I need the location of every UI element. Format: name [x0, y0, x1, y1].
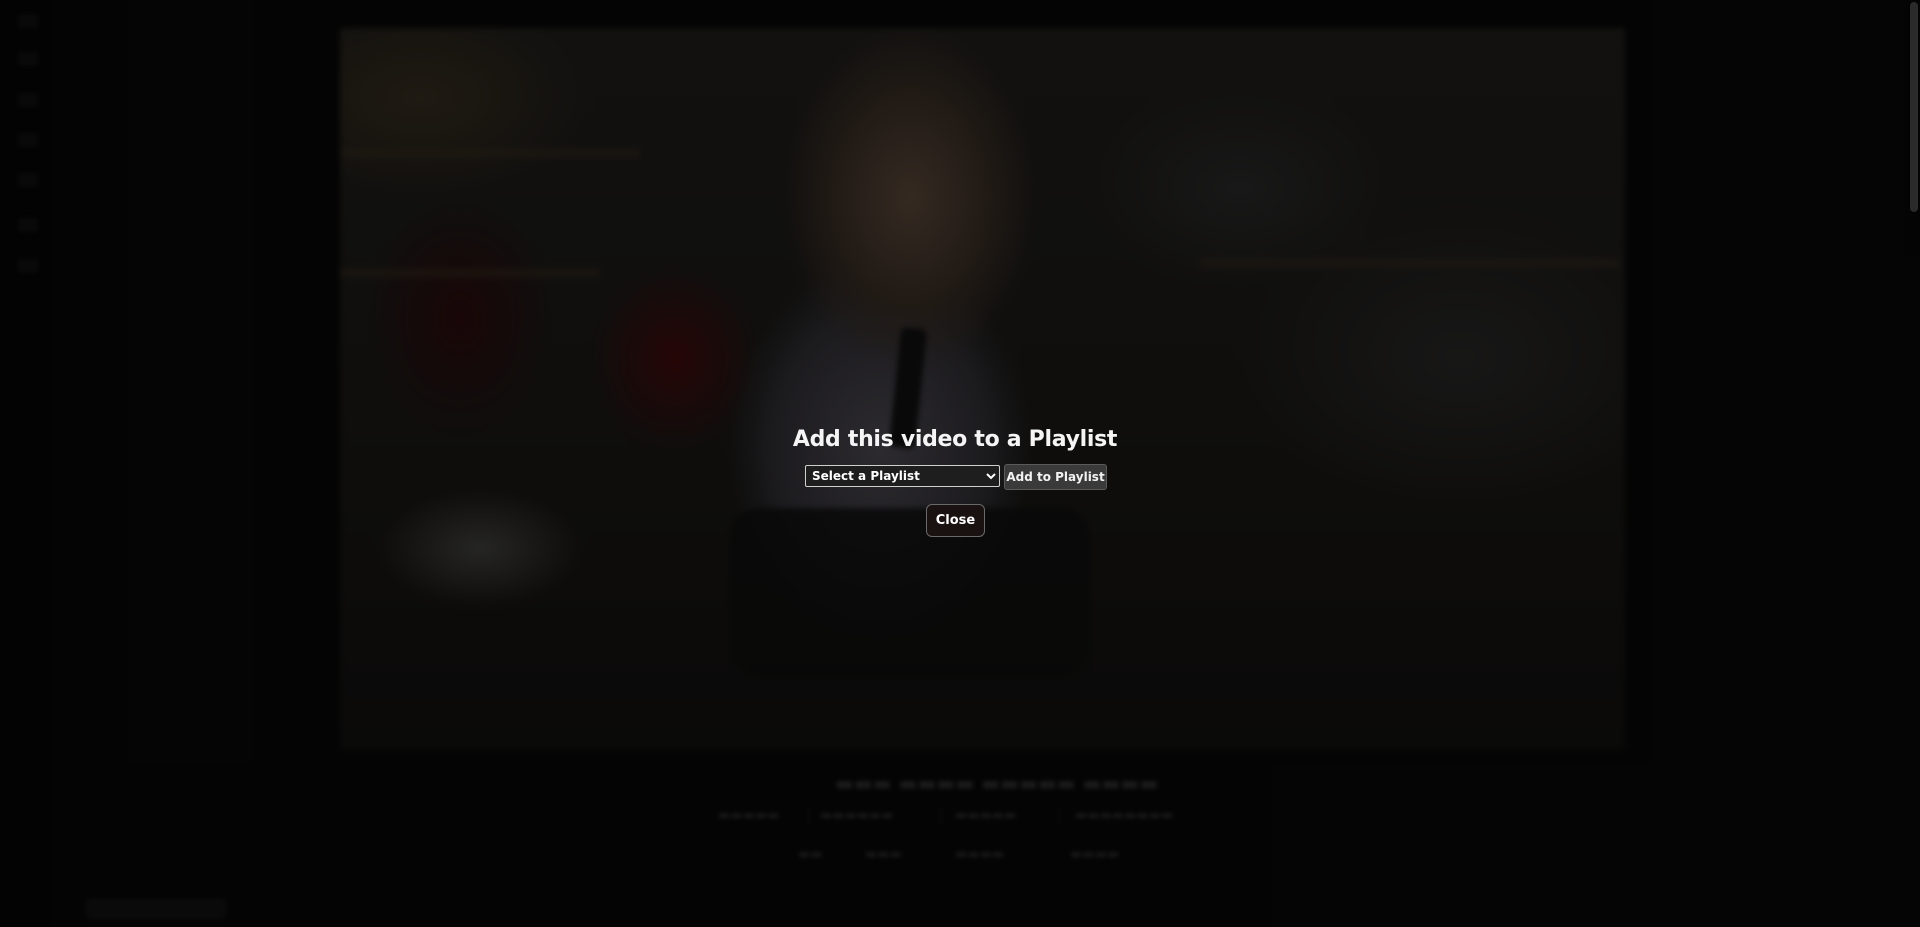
page: ▬▬▬ ▬▬▬▬ ▬▬▬▬▬ ▬▬▬▬ ▬▬▬▬▬ ▬▬▬▬▬▬ ▬▬▬▬▬ ▬… [0, 0, 1920, 927]
playlist-form-row: Select a Playlist Add to Playlist [805, 464, 1107, 490]
scrollbar-thumb[interactable] [1910, 2, 1918, 212]
close-button[interactable]: Close [926, 504, 985, 537]
add-to-playlist-button[interactable]: Add to Playlist [1004, 464, 1107, 490]
add-to-playlist-modal: Add this video to a Playlist Select a Pl… [0, 422, 1910, 537]
modal-heading: Add this video to a Playlist [792, 427, 1118, 452]
playlist-select[interactable]: Select a Playlist [805, 465, 1000, 487]
